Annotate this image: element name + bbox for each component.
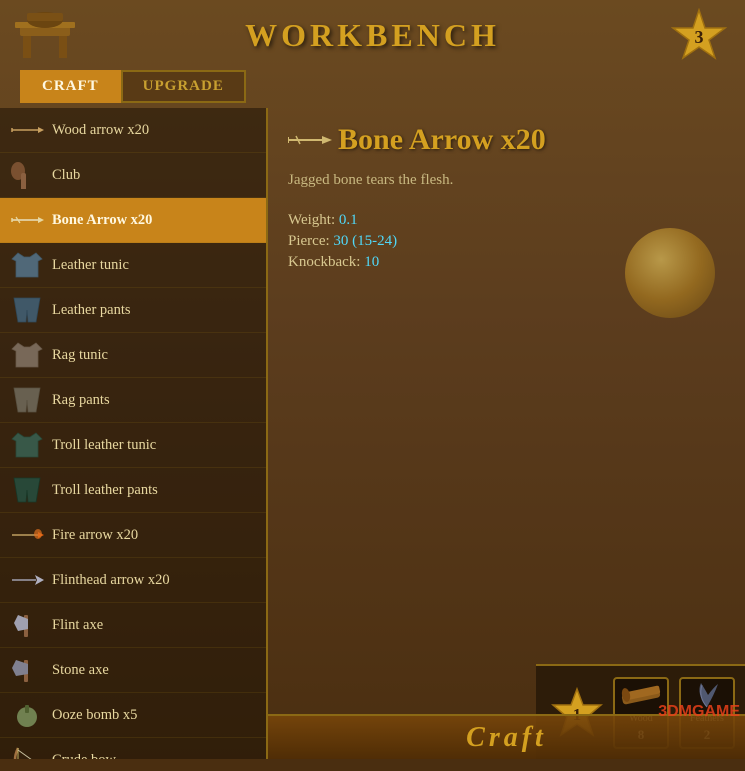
item-label: Ooze bomb x5 (52, 707, 137, 724)
item-label: Wood arrow x20 (52, 122, 149, 139)
list-item[interactable]: Ooze bomb x5 (0, 693, 266, 738)
craft-button-label: Craft (466, 722, 547, 754)
list-item[interactable]: Flinthead arrow x20 (0, 558, 266, 603)
detail-title: Bone Arrow x20 (338, 123, 546, 157)
list-item[interactable]: Troll leather tunic (0, 423, 266, 468)
pierce-value: 30 (15-24) (333, 233, 397, 249)
list-item[interactable]: Rag tunic (0, 333, 266, 378)
list-item[interactable]: Leather pants (0, 288, 266, 333)
detail-header: Bone Arrow x20 (288, 123, 725, 157)
tab-craft[interactable]: CRAFT (20, 70, 121, 103)
item-icon-rag-pants (10, 386, 44, 414)
list-item[interactable]: Rag pants (0, 378, 266, 423)
item-label: Flinthead arrow x20 (52, 572, 170, 589)
main-container: WORKBENCH 3 CRAFT UPGRADE (0, 0, 745, 771)
decorative-orb (625, 228, 715, 318)
wood-icon (619, 679, 663, 711)
item-label: Bone Arrow x20 (52, 212, 152, 229)
watermark: 3DMGAME (658, 703, 740, 721)
item-list: Wood arrow x20 Club (0, 108, 268, 759)
pierce-label: Pierce: (288, 233, 330, 249)
item-icon-bomb (10, 701, 44, 729)
header: WORKBENCH 3 (0, 0, 745, 70)
knockback-value: 10 (364, 254, 379, 270)
item-icon-stone-axe (10, 656, 44, 684)
list-item[interactable]: Stone axe (0, 648, 266, 693)
item-icon-wood-arrow (10, 116, 44, 144)
tab-upgrade[interactable]: UPGRADE (121, 70, 246, 103)
weight-stat: Weight: 0.1 (288, 212, 725, 229)
item-icon-bone-arrow (10, 206, 44, 234)
item-icon-rag-tunic (10, 341, 44, 369)
list-item[interactable]: Flint axe (0, 603, 266, 648)
item-label: Crude bow (52, 752, 116, 760)
item-label: Flint axe (52, 617, 103, 634)
item-icon-fire-arrow (10, 521, 44, 549)
content: Wood arrow x20 Club (0, 108, 745, 759)
item-icon-troll-tunic (10, 431, 44, 459)
item-icon-tunic (10, 251, 44, 279)
item-label: Troll leather tunic (52, 437, 156, 454)
list-item[interactable]: Fire arrow x20 (0, 513, 266, 558)
list-item[interactable]: Leather tunic (0, 243, 266, 288)
item-icon-flint-arrow (10, 566, 44, 594)
svg-text:3: 3 (695, 27, 704, 47)
item-label: Leather tunic (52, 257, 129, 274)
item-label: Stone axe (52, 662, 109, 679)
weight-label: Weight: (288, 212, 335, 228)
workbench-icon (15, 8, 75, 63)
item-icon-bow (10, 746, 44, 759)
item-label: Troll leather pants (52, 482, 158, 499)
item-icon-flint-axe (10, 611, 44, 639)
item-label: Leather pants (52, 302, 131, 319)
list-item[interactable]: Wood arrow x20 (0, 108, 266, 153)
detail-description: Jagged bone tears the flesh. (288, 169, 725, 192)
level-badge-container: 3 (671, 8, 727, 69)
detail-item-arrow-icon (288, 130, 328, 150)
item-icon-club (10, 161, 44, 189)
knockback-label: Knockback: (288, 254, 360, 270)
header-title: WORKBENCH (245, 17, 500, 54)
detail-panel: Bone Arrow x20 Jagged bone tears the fle… (268, 108, 745, 759)
list-item[interactable]: Club (0, 153, 266, 198)
item-label: Club (52, 167, 80, 184)
list-item[interactable]: Crude bow (0, 738, 266, 759)
tabs: CRAFT UPGRADE (0, 70, 745, 103)
item-icon-troll-pants (10, 476, 44, 504)
list-item[interactable]: Troll leather pants (0, 468, 266, 513)
weight-value: 0.1 (339, 212, 358, 228)
item-icon-pants (10, 296, 44, 324)
item-label: Rag tunic (52, 347, 108, 364)
list-item-bone-arrow[interactable]: Bone Arrow x20 (0, 198, 266, 243)
star-badge: 3 (671, 8, 727, 64)
item-label: Fire arrow x20 (52, 527, 138, 544)
item-label: Rag pants (52, 392, 110, 409)
